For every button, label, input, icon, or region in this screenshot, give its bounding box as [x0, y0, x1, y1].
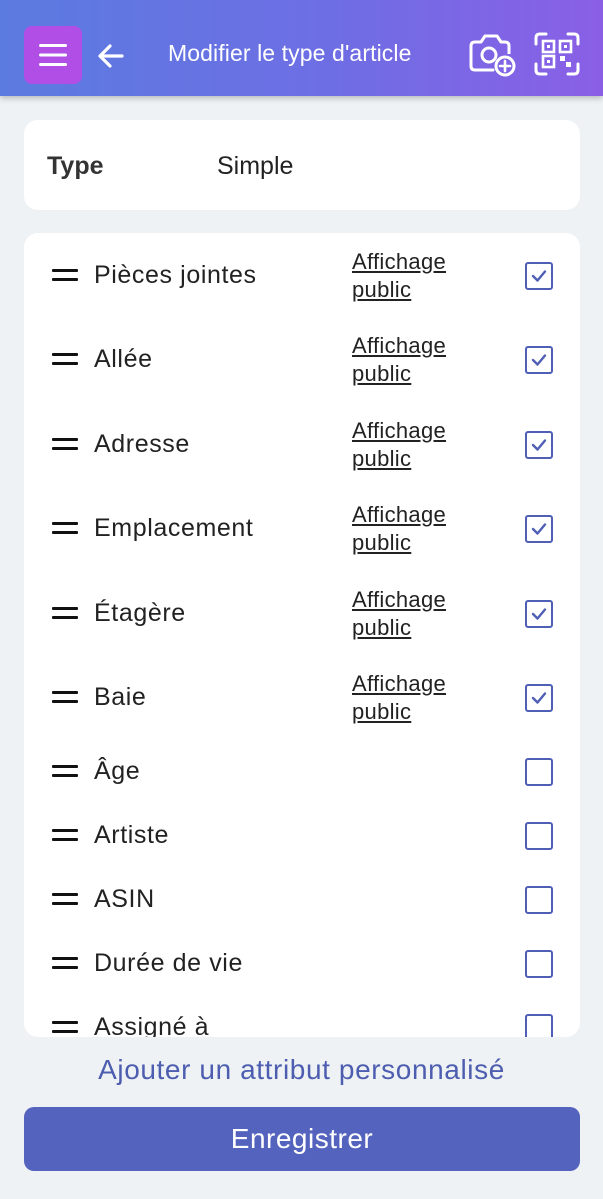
attribute-checkbox[interactable] [525, 950, 553, 978]
qr-scan-icon [534, 32, 580, 76]
back-button[interactable] [94, 36, 128, 76]
drag-handle-icon[interactable] [52, 1021, 78, 1035]
check-icon [531, 523, 547, 535]
attribute-label: Étagère [94, 599, 186, 627]
attribute-checkbox[interactable] [525, 600, 553, 628]
drag-handle-icon[interactable] [52, 522, 78, 536]
attribute-label: Emplacement [94, 514, 254, 542]
attribute-checkbox[interactable] [525, 822, 553, 850]
public-display-line1: Affichage [352, 671, 447, 696]
attribute-checkbox[interactable] [525, 886, 553, 914]
scan-button[interactable] [534, 32, 582, 78]
arrow-left-icon [98, 44, 124, 68]
attribute-checkbox[interactable] [525, 1014, 553, 1037]
attribute-label: Durée de vie [94, 949, 243, 977]
public-display-link[interactable]: Affichage public [352, 332, 472, 388]
attribute-label: Pièces jointes [94, 261, 257, 289]
drag-handle-icon[interactable] [52, 353, 78, 367]
save-button[interactable]: Enregistrer [24, 1107, 580, 1171]
drag-handle-icon[interactable] [52, 607, 78, 621]
drag-handle-icon[interactable] [52, 438, 78, 452]
attribute-label: Adresse [94, 430, 190, 458]
attribute-checkbox[interactable] [525, 262, 553, 290]
page-title: Modifier le type d'article [168, 40, 412, 66]
check-icon [531, 692, 547, 704]
drag-handle-icon[interactable] [52, 269, 78, 283]
public-display-link[interactable]: Affichage public [352, 417, 472, 473]
hamburger-icon [39, 44, 67, 66]
drag-handle-icon[interactable] [52, 765, 78, 779]
check-icon [531, 270, 547, 282]
attribute-label: Allée [94, 345, 153, 373]
public-display-line2: public [352, 615, 412, 640]
attribute-checkbox[interactable] [525, 758, 553, 786]
public-display-line2: public [352, 530, 412, 555]
attribute-label: Baie [94, 683, 147, 711]
public-display-line2: public [352, 277, 412, 302]
menu-button[interactable] [24, 26, 82, 84]
public-display-line2: public [352, 361, 412, 386]
drag-handle-icon[interactable] [52, 829, 78, 843]
check-icon [531, 354, 547, 366]
type-value: Simple [217, 152, 294, 180]
public-display-line2: public [352, 699, 412, 724]
check-icon [531, 608, 547, 620]
add-photo-button[interactable] [467, 32, 517, 78]
attribute-list: Pièces jointes Affichage public Allée Affich… [24, 233, 580, 1037]
attribute-label: ASIN [94, 885, 155, 913]
attribute-label: Assigné à [94, 1013, 210, 1037]
public-display-link[interactable]: Affichage public [352, 586, 472, 642]
drag-handle-icon[interactable] [52, 691, 78, 705]
drag-handle-icon[interactable] [52, 957, 78, 971]
drag-handle-icon[interactable] [52, 893, 78, 907]
app-header: Modifier le type d'article [0, 0, 603, 96]
attribute-label: Artiste [94, 821, 170, 849]
public-display-line2: public [352, 446, 412, 471]
type-label: Type [47, 152, 104, 180]
camera-add-icon [469, 34, 516, 77]
check-icon [531, 439, 547, 451]
public-display-line1: Affichage [352, 502, 447, 527]
public-display-link[interactable]: Affichage public [352, 248, 472, 304]
public-display-line1: Affichage [352, 587, 447, 612]
public-display-link[interactable]: Affichage public [352, 670, 472, 726]
type-card[interactable]: Type Simple [24, 120, 580, 210]
public-display-line1: Affichage [352, 333, 447, 358]
attribute-checkbox[interactable] [525, 515, 553, 543]
public-display-line1: Affichage [352, 249, 447, 274]
attribute-checkbox[interactable] [525, 431, 553, 459]
attribute-checkbox[interactable] [525, 346, 553, 374]
public-display-line1: Affichage [352, 418, 447, 443]
attribute-label: Âge [94, 757, 141, 785]
attribute-checkbox[interactable] [525, 684, 553, 712]
public-display-link[interactable]: Affichage public [352, 501, 472, 557]
add-custom-attribute-link[interactable]: Ajouter un attribut personnalisé [0, 1054, 603, 1086]
